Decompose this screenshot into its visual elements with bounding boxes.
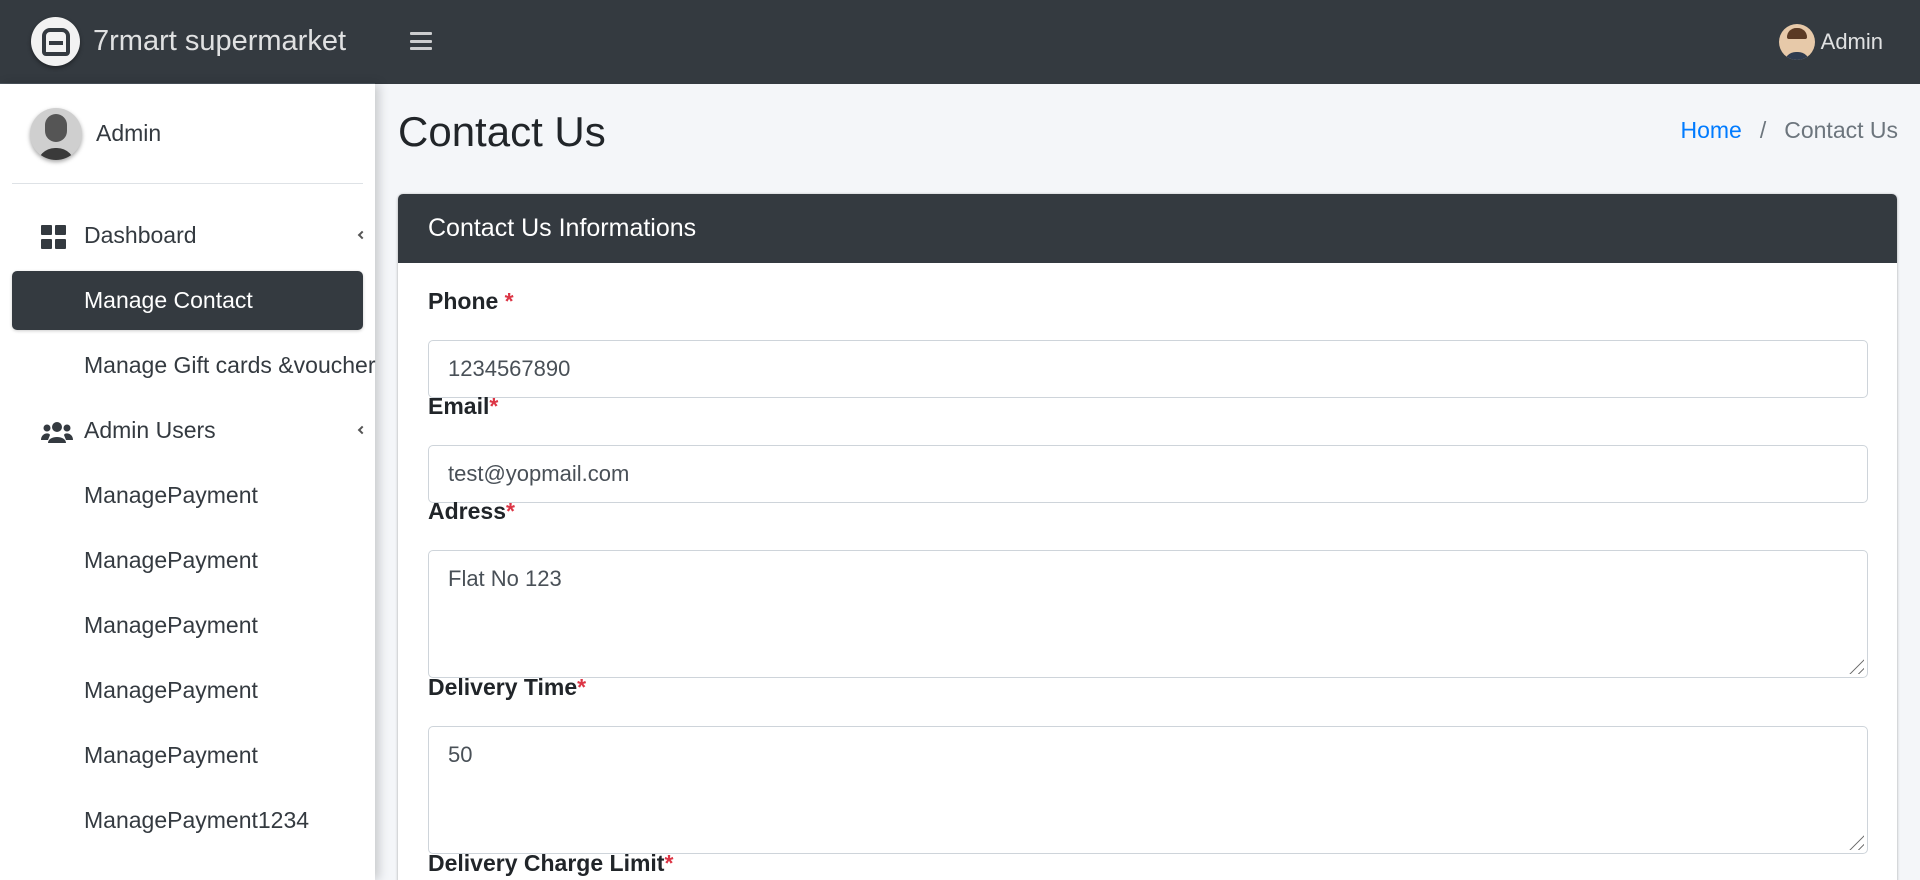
dashboard-grid-icon <box>41 225 67 249</box>
sidebar-item-label: ManagePayment <box>84 547 258 573</box>
card-header: Contact Us Informations <box>398 194 1897 263</box>
breadcrumb: Home / Contact Us <box>1680 117 1898 144</box>
email-label-text: Email <box>428 393 490 419</box>
delivery-charge-limit-label: Delivery Charge Limit* <box>428 850 673 877</box>
address-textarea[interactable]: Flat No 123 <box>428 550 1868 678</box>
delivery-charge-limit-label-text: Delivery Charge Limit <box>428 850 665 876</box>
sidebar-item-label: Manage Contact <box>84 287 253 313</box>
phone-label-text: Phone <box>428 288 499 314</box>
card-title: Contact Us Informations <box>428 214 697 242</box>
hamburger-icon[interactable] <box>410 30 432 52</box>
sidebar-item-managepayment[interactable]: ManagePayment <box>12 531 363 590</box>
delivery-time-value: 50 <box>448 742 473 767</box>
sidebar-item-label: Manage Gift cards &voucher <box>84 352 376 378</box>
required-mark: * <box>664 850 674 876</box>
sidebar-user-name: Admin <box>96 120 162 146</box>
email-input[interactable]: test@yopmail.com <box>428 445 1868 503</box>
sidebar-item-label: ManagePayment <box>84 742 258 768</box>
email-label: Email* <box>428 393 498 420</box>
sidebar-avatar <box>30 107 82 160</box>
sidebar-item-label: ManagePayment <box>84 482 258 508</box>
resize-handle-icon[interactable] <box>1846 656 1864 674</box>
sidebar-item-label: ManagePayment <box>84 612 258 638</box>
contact-info-card: Contact Us Informations Phone * 12345678… <box>398 194 1897 880</box>
brand-name: 7rmart supermarket <box>93 25 347 57</box>
phone-input[interactable]: 1234567890 <box>428 340 1868 398</box>
sidebar-item-manage-gift-cards[interactable]: Manage Gift cards &voucher <box>12 336 375 395</box>
phone-label: Phone * <box>428 288 514 315</box>
breadcrumb-separator: / <box>1759 117 1767 143</box>
address-label-text: Adress <box>428 498 506 524</box>
sidebar-item-admin-users[interactable]: Admin Users <box>12 401 367 460</box>
brand-link[interactable]: 7rmart supermarket <box>0 0 375 84</box>
phone-value: 1234567890 <box>448 356 571 381</box>
required-mark: * <box>505 498 515 524</box>
page-title: Contact Us <box>398 108 606 155</box>
sidebar-item-dashboard[interactable]: Dashboard <box>12 206 367 265</box>
address-value: Flat No 123 <box>448 566 562 591</box>
sidebar: Admin Dashboard Manage Contact Manage Gi… <box>0 84 375 880</box>
sidebar-item-managepayment[interactable]: ManagePayment <box>12 466 363 525</box>
sidebar-item-label: Dashboard <box>84 222 197 248</box>
sidebar-item-label: Admin Users <box>84 417 216 443</box>
delivery-time-textarea[interactable]: 50 <box>428 726 1868 854</box>
chevron-left-icon <box>357 425 367 435</box>
required-mark: * <box>489 393 499 419</box>
chevron-left-icon <box>357 230 367 240</box>
brand-logo-icon <box>31 17 80 66</box>
avatar <box>1778 24 1815 60</box>
sidebar-user-panel[interactable]: Admin <box>12 84 363 184</box>
email-value: test@yopmail.com <box>448 461 630 486</box>
sidebar-item-label: ManagePayment <box>84 677 258 703</box>
top-user-name: Admin <box>1820 29 1883 54</box>
address-label: Adress* <box>428 498 515 525</box>
sidebar-nav: Dashboard Manage Contact Manage Gift car… <box>12 206 375 856</box>
delivery-time-label: Delivery Time* <box>428 674 586 701</box>
delivery-time-label-text: Delivery Time <box>428 674 578 700</box>
breadcrumb-home-link[interactable]: Home <box>1680 117 1741 144</box>
required-mark: * <box>577 674 587 700</box>
resize-handle-icon[interactable] <box>1846 832 1864 850</box>
breadcrumb-current: Contact Us <box>1784 117 1898 143</box>
sidebar-item-managepayment1234[interactable]: ManagePayment1234 <box>12 791 363 850</box>
sidebar-item-managepayment[interactable]: ManagePayment <box>12 726 363 785</box>
top-user-menu[interactable]: Admin <box>1778 24 1883 60</box>
top-navbar: 7rmart supermarket Admin <box>0 0 1920 84</box>
users-icon <box>41 420 73 444</box>
sidebar-item-managepayment[interactable]: ManagePayment <box>12 596 363 655</box>
required-mark: * <box>504 288 514 314</box>
sidebar-item-manage-contact[interactable]: Manage Contact <box>12 271 363 330</box>
sidebar-item-label: ManagePayment1234 <box>84 807 310 833</box>
sidebar-item-managepayment[interactable]: ManagePayment <box>12 661 363 720</box>
